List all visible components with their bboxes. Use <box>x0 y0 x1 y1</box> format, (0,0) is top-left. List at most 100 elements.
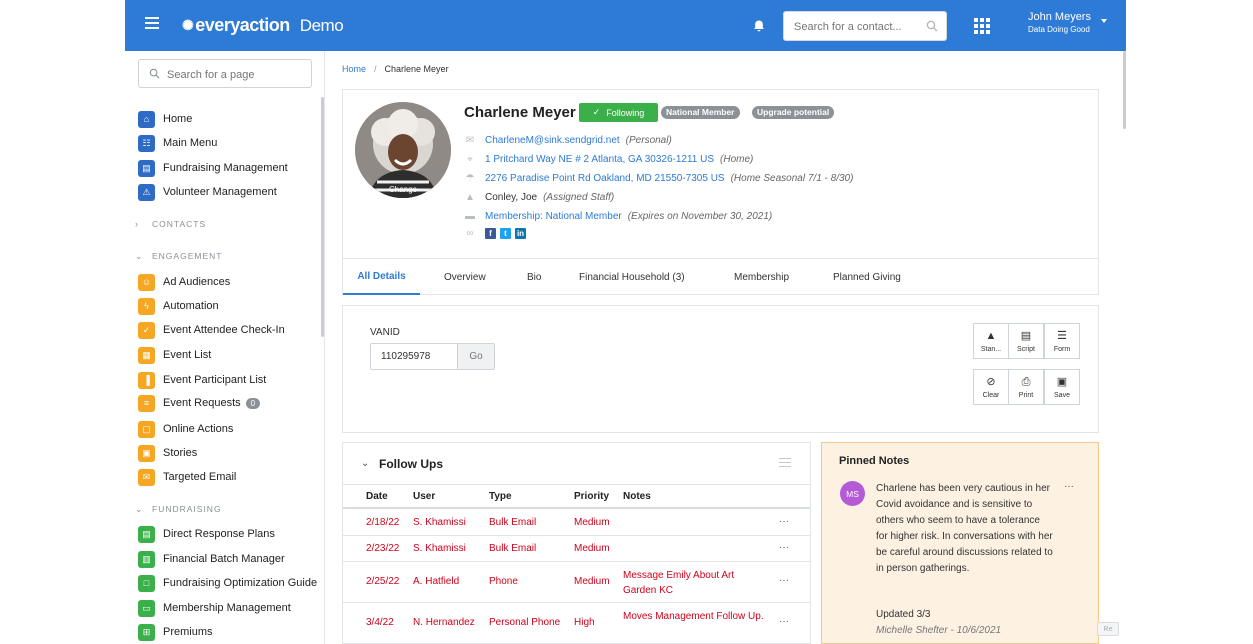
print-button[interactable]: ⎙ Print <box>1008 369 1044 405</box>
table-row[interactable]: 2/18/22 S. Khamissi Bulk Email Medium ··… <box>343 510 810 536</box>
sidebar-section-fundraising[interactable]: ⌄ FUNDRAISING <box>135 502 222 516</box>
sidebar-item-event-participant-list[interactable]: ▐ Event Participant List <box>138 370 266 390</box>
sidebar-item-premiums[interactable]: ⊞ Premiums <box>138 622 213 642</box>
sidebar-item-targeted-email[interactable]: ✉ Targeted Email <box>138 467 236 487</box>
row-date: 2/18/22 <box>366 517 400 528</box>
page-search[interactable] <box>138 59 312 88</box>
row-actions-icon[interactable]: ··· <box>779 616 789 627</box>
facebook-icon[interactable]: f <box>485 227 496 239</box>
sidebar-item-online-actions[interactable]: ▢ Online Actions <box>138 419 233 439</box>
count-badge: 0 <box>245 397 261 409</box>
sidebar-item-volunteer-management[interactable]: ⚠ Volunteer Management <box>138 182 277 202</box>
row-priority: Medium <box>574 517 610 528</box>
sidebar-scrollbar[interactable] <box>321 97 324 337</box>
tool-label: Clear <box>982 391 1000 399</box>
menu-icon[interactable] <box>145 17 159 31</box>
row-priority: Medium <box>574 543 610 554</box>
avatar-change-link[interactable]: Change <box>355 185 451 194</box>
search-icon <box>149 68 160 79</box>
sidebar-item-label: Event Attendee Check-In <box>163 324 285 336</box>
sidebar-item-label: Event List <box>163 349 212 361</box>
sidebar-item-financial-batch-manager[interactable]: ▥ Financial Batch Manager <box>138 549 285 569</box>
standard-button[interactable]: ▲ Stan... <box>973 323 1009 359</box>
page-search-input[interactable] <box>167 67 307 82</box>
table-row[interactable]: 2/25/22 A. Hatfield Phone Medium Message… <box>343 562 810 603</box>
user-menu[interactable]: John Meyers Data Doing Good <box>1028 11 1091 34</box>
panel-menu-icon[interactable] <box>779 458 791 468</box>
contact-search-input[interactable] <box>794 18 924 36</box>
tab-all-details[interactable]: All Details <box>343 259 420 295</box>
column-notes[interactable]: Notes <box>623 491 651 502</box>
form-button[interactable]: ☰ Form <box>1044 323 1080 359</box>
table-row[interactable]: 2/23/22 S. Khamissi Bulk Email Medium ··… <box>343 536 810 562</box>
apps-grid-icon[interactable] <box>974 18 990 34</box>
tab-bio[interactable]: Bio <box>527 259 541 295</box>
following-button[interactable]: ✓ Following <box>579 103 658 122</box>
vanid-input[interactable] <box>370 343 458 370</box>
sidebar-item-label: Membership Management <box>163 602 291 614</box>
sidebar-item-direct-response-plans[interactable]: ▤ Direct Response Plans <box>138 524 275 544</box>
check-icon: ✓ <box>592 107 601 117</box>
twitter-icon[interactable]: t <box>500 227 511 239</box>
avatar-photo <box>355 102 451 198</box>
address-home-type: (Home) <box>720 153 754 165</box>
tab-overview[interactable]: Overview <box>444 259 486 295</box>
row-actions-icon[interactable]: ··· <box>779 575 789 586</box>
column-type[interactable]: Type <box>489 491 512 502</box>
email-link[interactable]: CharleneM@sink.sendgrid.net <box>485 135 620 146</box>
membership-link[interactable]: Membership: National Member <box>485 211 622 222</box>
detail-tabs: All Details Overview Bio Financial House… <box>343 258 1098 295</box>
bell-icon[interactable] <box>752 19 766 33</box>
search-icon[interactable] <box>926 20 938 32</box>
note-actions-icon[interactable]: ··· <box>1064 481 1074 492</box>
sidebar-item-label: Fundraising Optimization Guide <box>163 577 318 589</box>
contact-search[interactable] <box>783 11 947 41</box>
sidebar-item-fundraising-management[interactable]: ▤ Fundraising Management <box>138 158 288 178</box>
brand-logo[interactable]: ✺ everyaction Demo <box>182 15 344 36</box>
tag-national-member[interactable]: National Member <box>661 106 740 119</box>
linkedin-icon[interactable]: in <box>515 227 526 239</box>
sidebar-item-ad-audiences[interactable]: ☺ Ad Audiences <box>138 272 230 292</box>
save-button[interactable]: ▣ Save <box>1044 369 1080 405</box>
list-icon: ☰ <box>1057 329 1067 342</box>
breadcrumb-home-link[interactable]: Home <box>342 64 366 74</box>
sidebar-item-event-requests[interactable]: ≡ Event Requests 0 <box>138 393 261 413</box>
tab-planned-giving[interactable]: Planned Giving <box>833 259 901 295</box>
row-notes: Moves Management Follow Up. <box>623 611 764 622</box>
script-button[interactable]: ▤ Script <box>1008 323 1044 359</box>
card-icon: ▭ <box>138 599 155 617</box>
page-scrollbar[interactable] <box>1123 51 1126 129</box>
sidebar-item-fundraising-optimization-guide[interactable]: □ Fundraising Optimization Guide <box>138 573 317 593</box>
address-home-link[interactable]: 1 Pritchard Way NE # 2 Atlanta, GA 30326… <box>485 154 714 165</box>
row-actions-icon[interactable]: ··· <box>779 542 789 553</box>
sidebar-item-stories[interactable]: ▣ Stories <box>138 443 197 463</box>
sidebar-section-engagement[interactable]: ⌄ ENGAGEMENT <box>135 249 222 263</box>
tool-label: Print <box>1018 391 1034 399</box>
sidebar-item-automation[interactable]: ϟ Automation <box>138 296 219 316</box>
chevron-down-icon[interactable]: ⌄ <box>361 458 369 469</box>
sidebar-item-home[interactable]: ⌂ Home <box>138 109 192 129</box>
sidebar-item-main-menu[interactable]: ☷ Main Menu <box>138 133 217 153</box>
sidebar-item-label: Direct Response Plans <box>163 528 275 540</box>
tab-membership[interactable]: Membership <box>734 259 789 295</box>
sidebar-item-membership-management[interactable]: ▭ Membership Management <box>138 598 291 618</box>
sidebar-item-event-attendee-check-in[interactable]: ✓ Event Attendee Check-In <box>138 320 285 340</box>
column-date[interactable]: Date <box>366 491 388 502</box>
sidebar-section-contacts[interactable]: › CONTACTS <box>135 217 206 231</box>
sidebar-item-event-list[interactable]: ▦ Event List <box>138 345 211 365</box>
tag-upgrade-potential[interactable]: Upgrade potential <box>752 106 835 119</box>
avatar[interactable]: Change <box>355 102 451 198</box>
address-seasonal-link[interactable]: 2276 Paradise Point Rd Oakland, MD 21550… <box>485 173 725 184</box>
money-icon: ▥ <box>138 550 155 568</box>
vanid-go-button[interactable]: Go <box>457 343 495 370</box>
row-type: Personal Phone <box>489 617 561 628</box>
column-user[interactable]: User <box>413 491 435 502</box>
row-actions-icon[interactable]: ··· <box>779 516 789 527</box>
table-row[interactable]: 3/4/22 N. Hernandez Personal Phone High … <box>343 603 810 643</box>
tab-financial-household[interactable]: Financial Household (3) <box>579 259 685 295</box>
clear-button[interactable]: ⊘ Clear <box>973 369 1009 405</box>
column-priority[interactable]: Priority <box>574 491 609 502</box>
sidebar-item-label: Event Participant List <box>163 374 267 386</box>
money-icon: ▤ <box>138 159 155 177</box>
caret-down-icon[interactable] <box>1101 19 1107 23</box>
